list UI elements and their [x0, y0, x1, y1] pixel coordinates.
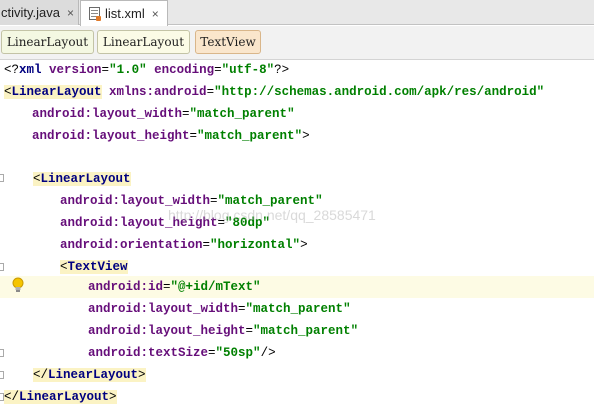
code-line: <?xml version="1.0" encoding="utf-8"?> — [4, 59, 594, 81]
tab-label: list.xml — [105, 6, 145, 21]
lightbulb-icon[interactable] — [11, 277, 25, 293]
code-token: "@+id/mText" — [170, 280, 261, 294]
code-token: "1.0" — [109, 63, 147, 77]
code-token: = — [210, 194, 218, 208]
code-token: "match_parent" — [189, 107, 295, 121]
breadcrumb: LinearLayout LinearLayout TextView — [0, 26, 594, 60]
fold-icon[interactable] — [0, 174, 4, 182]
code-token: android:layout_width — [88, 302, 239, 316]
code-token: android:layout_width — [60, 194, 211, 208]
code-token: = — [238, 302, 246, 316]
code-line: <LinearLayout — [33, 168, 594, 190]
code-token: </ — [33, 368, 49, 382]
code-line: <TextView — [60, 256, 594, 278]
code-token: "utf-8" — [221, 63, 275, 77]
code-token: = — [189, 129, 198, 143]
code-token: "match_parent" — [245, 302, 351, 316]
code-line: android:layout_height="match_parent" — [88, 320, 594, 342]
code-token: LinearLayout — [40, 172, 131, 186]
code-token: < — [33, 172, 41, 186]
code-token: ?> — [274, 63, 290, 77]
code-line-current: android:id="@+id/mText" — [0, 276, 594, 298]
code-token: "http://schemas.android.com/apk/res/andr… — [214, 85, 545, 99]
code-token: = — [208, 346, 216, 360]
code-token: = — [245, 324, 254, 338]
file-xml-icon — [89, 7, 101, 21]
code-token: android:layout_height — [32, 129, 190, 143]
watermark: http://blog.csdn.net/qq_28585471 — [168, 207, 376, 223]
breadcrumb-item-textview[interactable]: TextView — [195, 30, 261, 54]
code-token: = — [182, 107, 190, 121]
code-line: android:layout_width="match_parent" — [88, 298, 594, 320]
code-token: android:layout_width — [32, 107, 183, 121]
code-token: android:layout_height — [88, 324, 246, 338]
code-token: android:id — [88, 280, 164, 294]
code-token: "match_parent" — [253, 324, 359, 338]
tab-list-xml[interactable]: list.xml × — [80, 0, 168, 26]
code-editor[interactable]: <?xml version="1.0" encoding="utf-8"?> <… — [0, 61, 594, 415]
code-token: = — [163, 280, 171, 294]
code-token: encoding — [146, 63, 215, 77]
code-token: </ — [4, 390, 20, 404]
code-token: <? — [4, 63, 20, 77]
code-token: = — [101, 63, 110, 77]
code-token: = — [206, 85, 215, 99]
tab-label: ctivity.java — [1, 5, 60, 20]
code-token: "match_parent" — [217, 194, 323, 208]
code-token: LinearLayout — [48, 368, 139, 382]
code-token: > — [138, 368, 146, 382]
code-token: android:orientation — [60, 238, 203, 252]
code-token: > — [109, 390, 117, 404]
code-token: < — [60, 260, 68, 274]
editor-tab-bar: ctivity.java × list.xml × — [0, 0, 594, 26]
code-line: <LinearLayout xmlns:android="http://sche… — [4, 81, 594, 103]
fold-icon[interactable] — [0, 371, 4, 379]
code-line: android:textSize="50sp"/> — [88, 342, 594, 364]
close-icon[interactable]: × — [67, 6, 74, 20]
code-token: = — [214, 63, 222, 77]
code-token: "match_parent" — [197, 129, 303, 143]
code-line: android:layout_width="match_parent" — [32, 103, 594, 125]
tab-activity-java[interactable]: ctivity.java × — [0, 0, 79, 25]
breadcrumb-item-linearlayout-root[interactable]: LinearLayout — [1, 30, 94, 54]
code-token: "horizontal" — [210, 238, 301, 252]
code-token: android:textSize — [88, 346, 209, 360]
editor-gutter — [0, 61, 4, 415]
code-token: > — [300, 238, 308, 252]
code-line: </LinearLayout> — [33, 364, 594, 386]
code-token: LinearLayout — [19, 390, 110, 404]
code-token: TextView — [67, 260, 128, 274]
code-token: version — [41, 63, 102, 77]
code-token: < — [4, 85, 12, 99]
code-token: "50sp" — [215, 346, 261, 360]
code-token: > — [302, 129, 310, 143]
code-token: /> — [260, 346, 276, 360]
code-line: android:layout_height="match_parent"> — [32, 125, 594, 147]
breadcrumb-item-linearlayout[interactable]: LinearLayout — [97, 30, 190, 54]
code-line: android:orientation="horizontal"> — [60, 234, 594, 256]
fold-icon[interactable] — [0, 349, 4, 357]
code-token: xml — [19, 63, 42, 77]
code-token: LinearLayout — [11, 85, 102, 99]
code-line: </LinearLayout> — [4, 386, 594, 408]
close-icon[interactable]: × — [152, 7, 159, 21]
code-token: = — [202, 238, 211, 252]
code-token: xmlns:android — [101, 85, 207, 99]
fold-icon[interactable] — [0, 263, 4, 271]
